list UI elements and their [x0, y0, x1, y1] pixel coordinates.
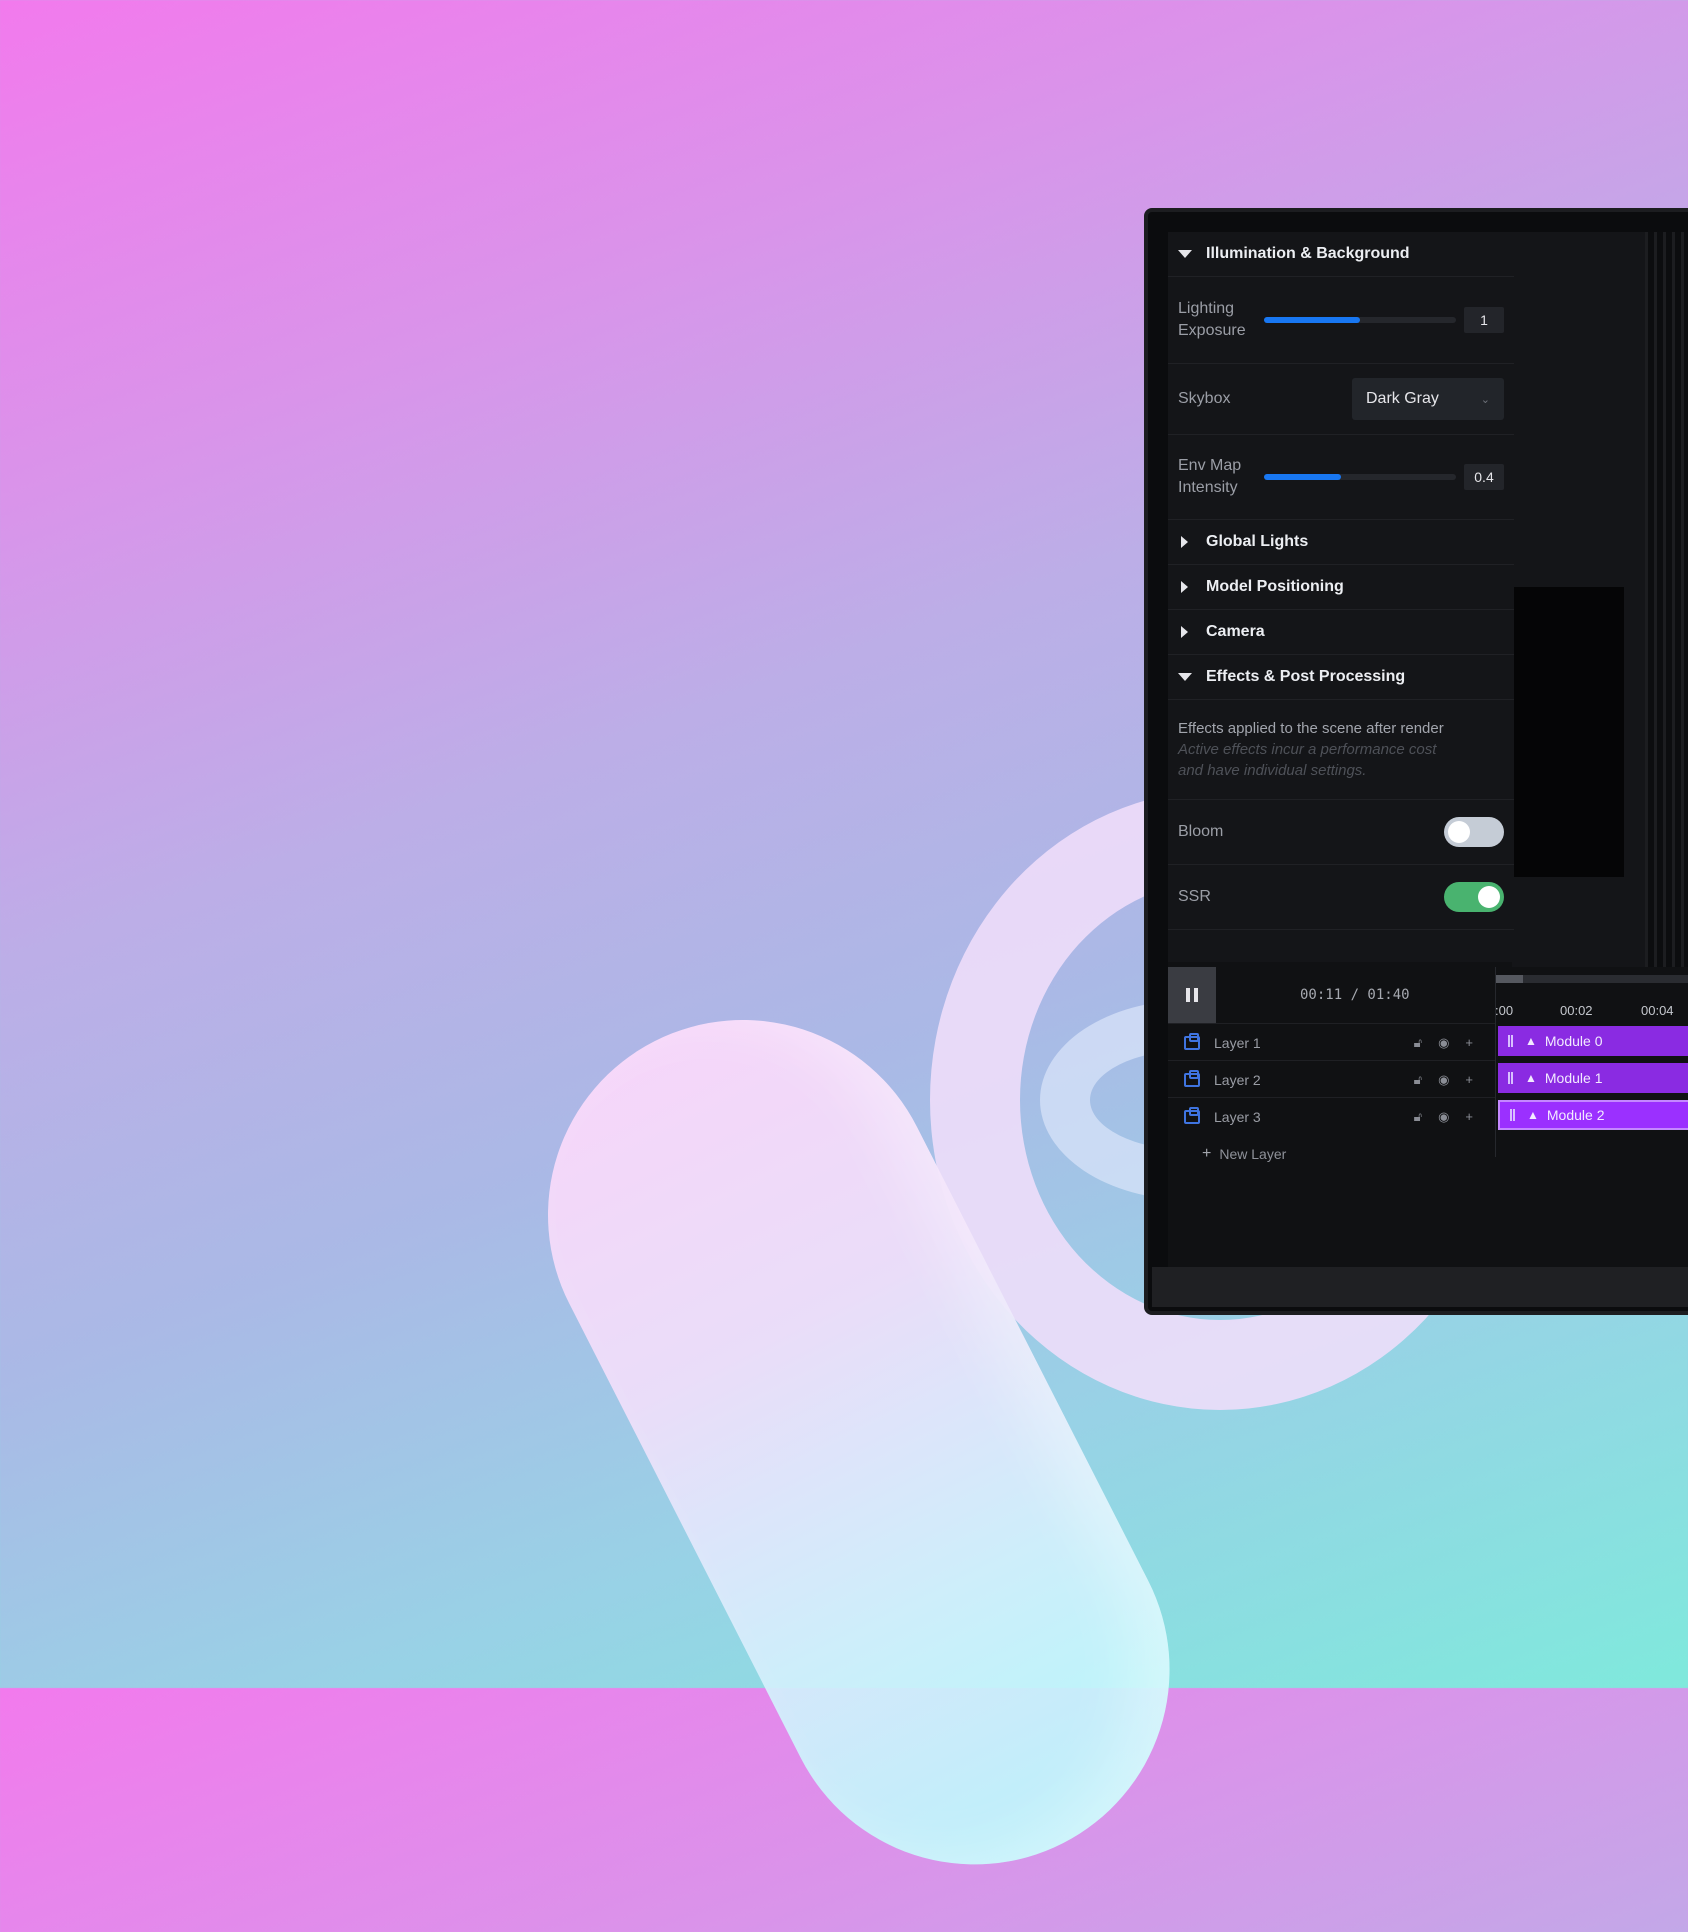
- drag-handle-icon[interactable]: [1508, 1072, 1513, 1084]
- layer-name: Layer 2: [1214, 1071, 1261, 1088]
- ruler-tick: :00: [1495, 1003, 1514, 1018]
- 3d-viewport[interactable]: [1512, 232, 1688, 972]
- new-layer-button[interactable]: + New Layer: [1202, 1145, 1286, 1163]
- module-label: Module 1: [1544, 1070, 1603, 1086]
- effects-note-line-2: and have individual settings.: [1178, 762, 1367, 779]
- module-label: Module 2: [1546, 1107, 1605, 1123]
- ruler-tick: 00:04: [1641, 1003, 1674, 1018]
- module-clip[interactable]: ▲ Module 1: [1498, 1063, 1688, 1093]
- pause-button[interactable]: [1168, 967, 1216, 1023]
- skybox-selected-value: Dark Gray: [1366, 390, 1439, 407]
- drag-handle-icon[interactable]: [1508, 1035, 1513, 1047]
- caret-down-icon: [1178, 250, 1192, 258]
- monitor-frame: Illumination & Background Lighting Expos…: [1144, 208, 1688, 1315]
- plus-icon: +: [1202, 1145, 1212, 1162]
- bloom-row: Bloom: [1168, 800, 1514, 865]
- section-title: Model Positioning: [1206, 578, 1344, 595]
- slider-fill: [1264, 317, 1360, 323]
- module-clip[interactable]: ▲ Module 0: [1498, 1026, 1688, 1056]
- ssr-toggle[interactable]: [1444, 882, 1504, 912]
- effects-note-line-1: Active effects incur a performance cost: [1178, 741, 1437, 758]
- layer-tools: 🔓︎ ◉ +: [1414, 1072, 1473, 1088]
- timecode: 00:11 / 01:40: [1300, 987, 1410, 1003]
- toggle-knob: [1478, 886, 1500, 908]
- module-label: Module 0: [1544, 1033, 1603, 1049]
- ssr-row: SSR: [1168, 865, 1514, 930]
- layer-name: Layer 1: [1214, 1034, 1261, 1051]
- lighting-exposure-slider[interactable]: [1264, 317, 1456, 323]
- add-icon[interactable]: +: [1465, 1035, 1473, 1051]
- effects-description-text: Effects applied to the scene after rende…: [1178, 720, 1444, 737]
- layer-tools: 🔓︎ ◉ +: [1414, 1035, 1473, 1051]
- section-title: Illumination & Background: [1206, 245, 1410, 262]
- layers-icon: [1184, 1032, 1200, 1050]
- lighting-exposure-value[interactable]: 1: [1464, 307, 1504, 333]
- ruler-tick: 00:02: [1560, 1003, 1593, 1018]
- section-effects-header[interactable]: Effects & Post Processing: [1168, 655, 1514, 700]
- layer-tools: 🔓︎ ◉ +: [1414, 1109, 1473, 1125]
- lock-icon[interactable]: 🔓︎: [1414, 1072, 1422, 1088]
- eye-icon[interactable]: ◉: [1438, 1035, 1449, 1051]
- layer-name: Layer 3: [1214, 1108, 1261, 1125]
- section-title: Global Lights: [1206, 533, 1309, 550]
- viewport-model: [1645, 232, 1688, 972]
- layer-row[interactable]: Layer 2 🔓︎ ◉ +: [1168, 1060, 1495, 1098]
- section-title: Effects & Post Processing: [1206, 668, 1406, 685]
- timeline-scrubber[interactable]: [1495, 975, 1688, 983]
- settings-panel: Illumination & Background Lighting Expos…: [1168, 232, 1514, 962]
- skybox-select[interactable]: Dark Gray ⌄: [1352, 378, 1504, 420]
- pause-icon: [1194, 988, 1198, 1002]
- section-illumination-header[interactable]: Illumination & Background: [1168, 232, 1514, 277]
- layer-row[interactable]: Layer 1 🔓︎ ◉ +: [1168, 1023, 1495, 1061]
- slider-fill: [1264, 474, 1341, 480]
- drag-handle-icon[interactable]: [1510, 1109, 1515, 1121]
- caret-down-icon: [1178, 673, 1192, 681]
- skybox-row: Skybox Dark Gray ⌄: [1168, 364, 1514, 435]
- timeline-divider: [1495, 967, 1496, 1157]
- lighting-exposure-row: Lighting Exposure 1: [1168, 277, 1514, 364]
- module-icon: ▲: [1525, 1071, 1537, 1085]
- add-icon[interactable]: +: [1465, 1109, 1473, 1125]
- chevron-down-icon: ⌄: [1480, 393, 1490, 406]
- toggle-knob: [1448, 821, 1470, 843]
- module-clip-selected[interactable]: ▲ Module 2: [1498, 1100, 1688, 1130]
- bloom-toggle[interactable]: [1444, 817, 1504, 847]
- env-map-label: Env Map Intensity: [1178, 457, 1242, 496]
- pause-icon: [1186, 988, 1190, 1002]
- monitor-bezel: [1152, 1267, 1688, 1307]
- section-camera-header[interactable]: Camera: [1168, 610, 1514, 655]
- layers-icon: [1184, 1069, 1200, 1087]
- env-map-value[interactable]: 0.4: [1464, 464, 1504, 490]
- caret-right-icon: [1181, 536, 1188, 548]
- ssr-label: SSR: [1178, 888, 1211, 905]
- new-layer-label: New Layer: [1219, 1146, 1287, 1162]
- effects-description: Effects applied to the scene after rende…: [1168, 700, 1514, 800]
- lighting-exposure-label: Lighting Exposure: [1178, 300, 1246, 339]
- eye-icon[interactable]: ◉: [1438, 1109, 1449, 1125]
- caret-right-icon: [1181, 626, 1188, 638]
- layers-icon: [1184, 1106, 1200, 1124]
- eye-icon[interactable]: ◉: [1438, 1072, 1449, 1088]
- bloom-label: Bloom: [1178, 823, 1224, 840]
- app-screen: Illumination & Background Lighting Expos…: [1168, 232, 1688, 1272]
- timeline-panel: 00:11 / 01:40 :00 00:02 00:04 Layer 1 🔓︎…: [1168, 967, 1688, 1272]
- lock-icon[interactable]: 🔓︎: [1414, 1109, 1422, 1125]
- viewport-shadow: [1512, 587, 1624, 877]
- module-icon: ▲: [1527, 1108, 1539, 1122]
- add-icon[interactable]: +: [1465, 1072, 1473, 1088]
- layer-row[interactable]: Layer 3 🔓︎ ◉ +: [1168, 1097, 1495, 1135]
- env-map-row: Env Map Intensity 0.4: [1168, 435, 1514, 520]
- lock-icon[interactable]: 🔓︎: [1414, 1035, 1422, 1051]
- env-map-slider[interactable]: [1264, 474, 1456, 480]
- section-global-lights-header[interactable]: Global Lights: [1168, 520, 1514, 565]
- section-model-positioning-header[interactable]: Model Positioning: [1168, 565, 1514, 610]
- section-title: Camera: [1206, 623, 1265, 640]
- module-icon: ▲: [1525, 1034, 1537, 1048]
- scrubber-position[interactable]: [1495, 975, 1523, 983]
- caret-right-icon: [1181, 581, 1188, 593]
- skybox-label: Skybox: [1178, 390, 1231, 407]
